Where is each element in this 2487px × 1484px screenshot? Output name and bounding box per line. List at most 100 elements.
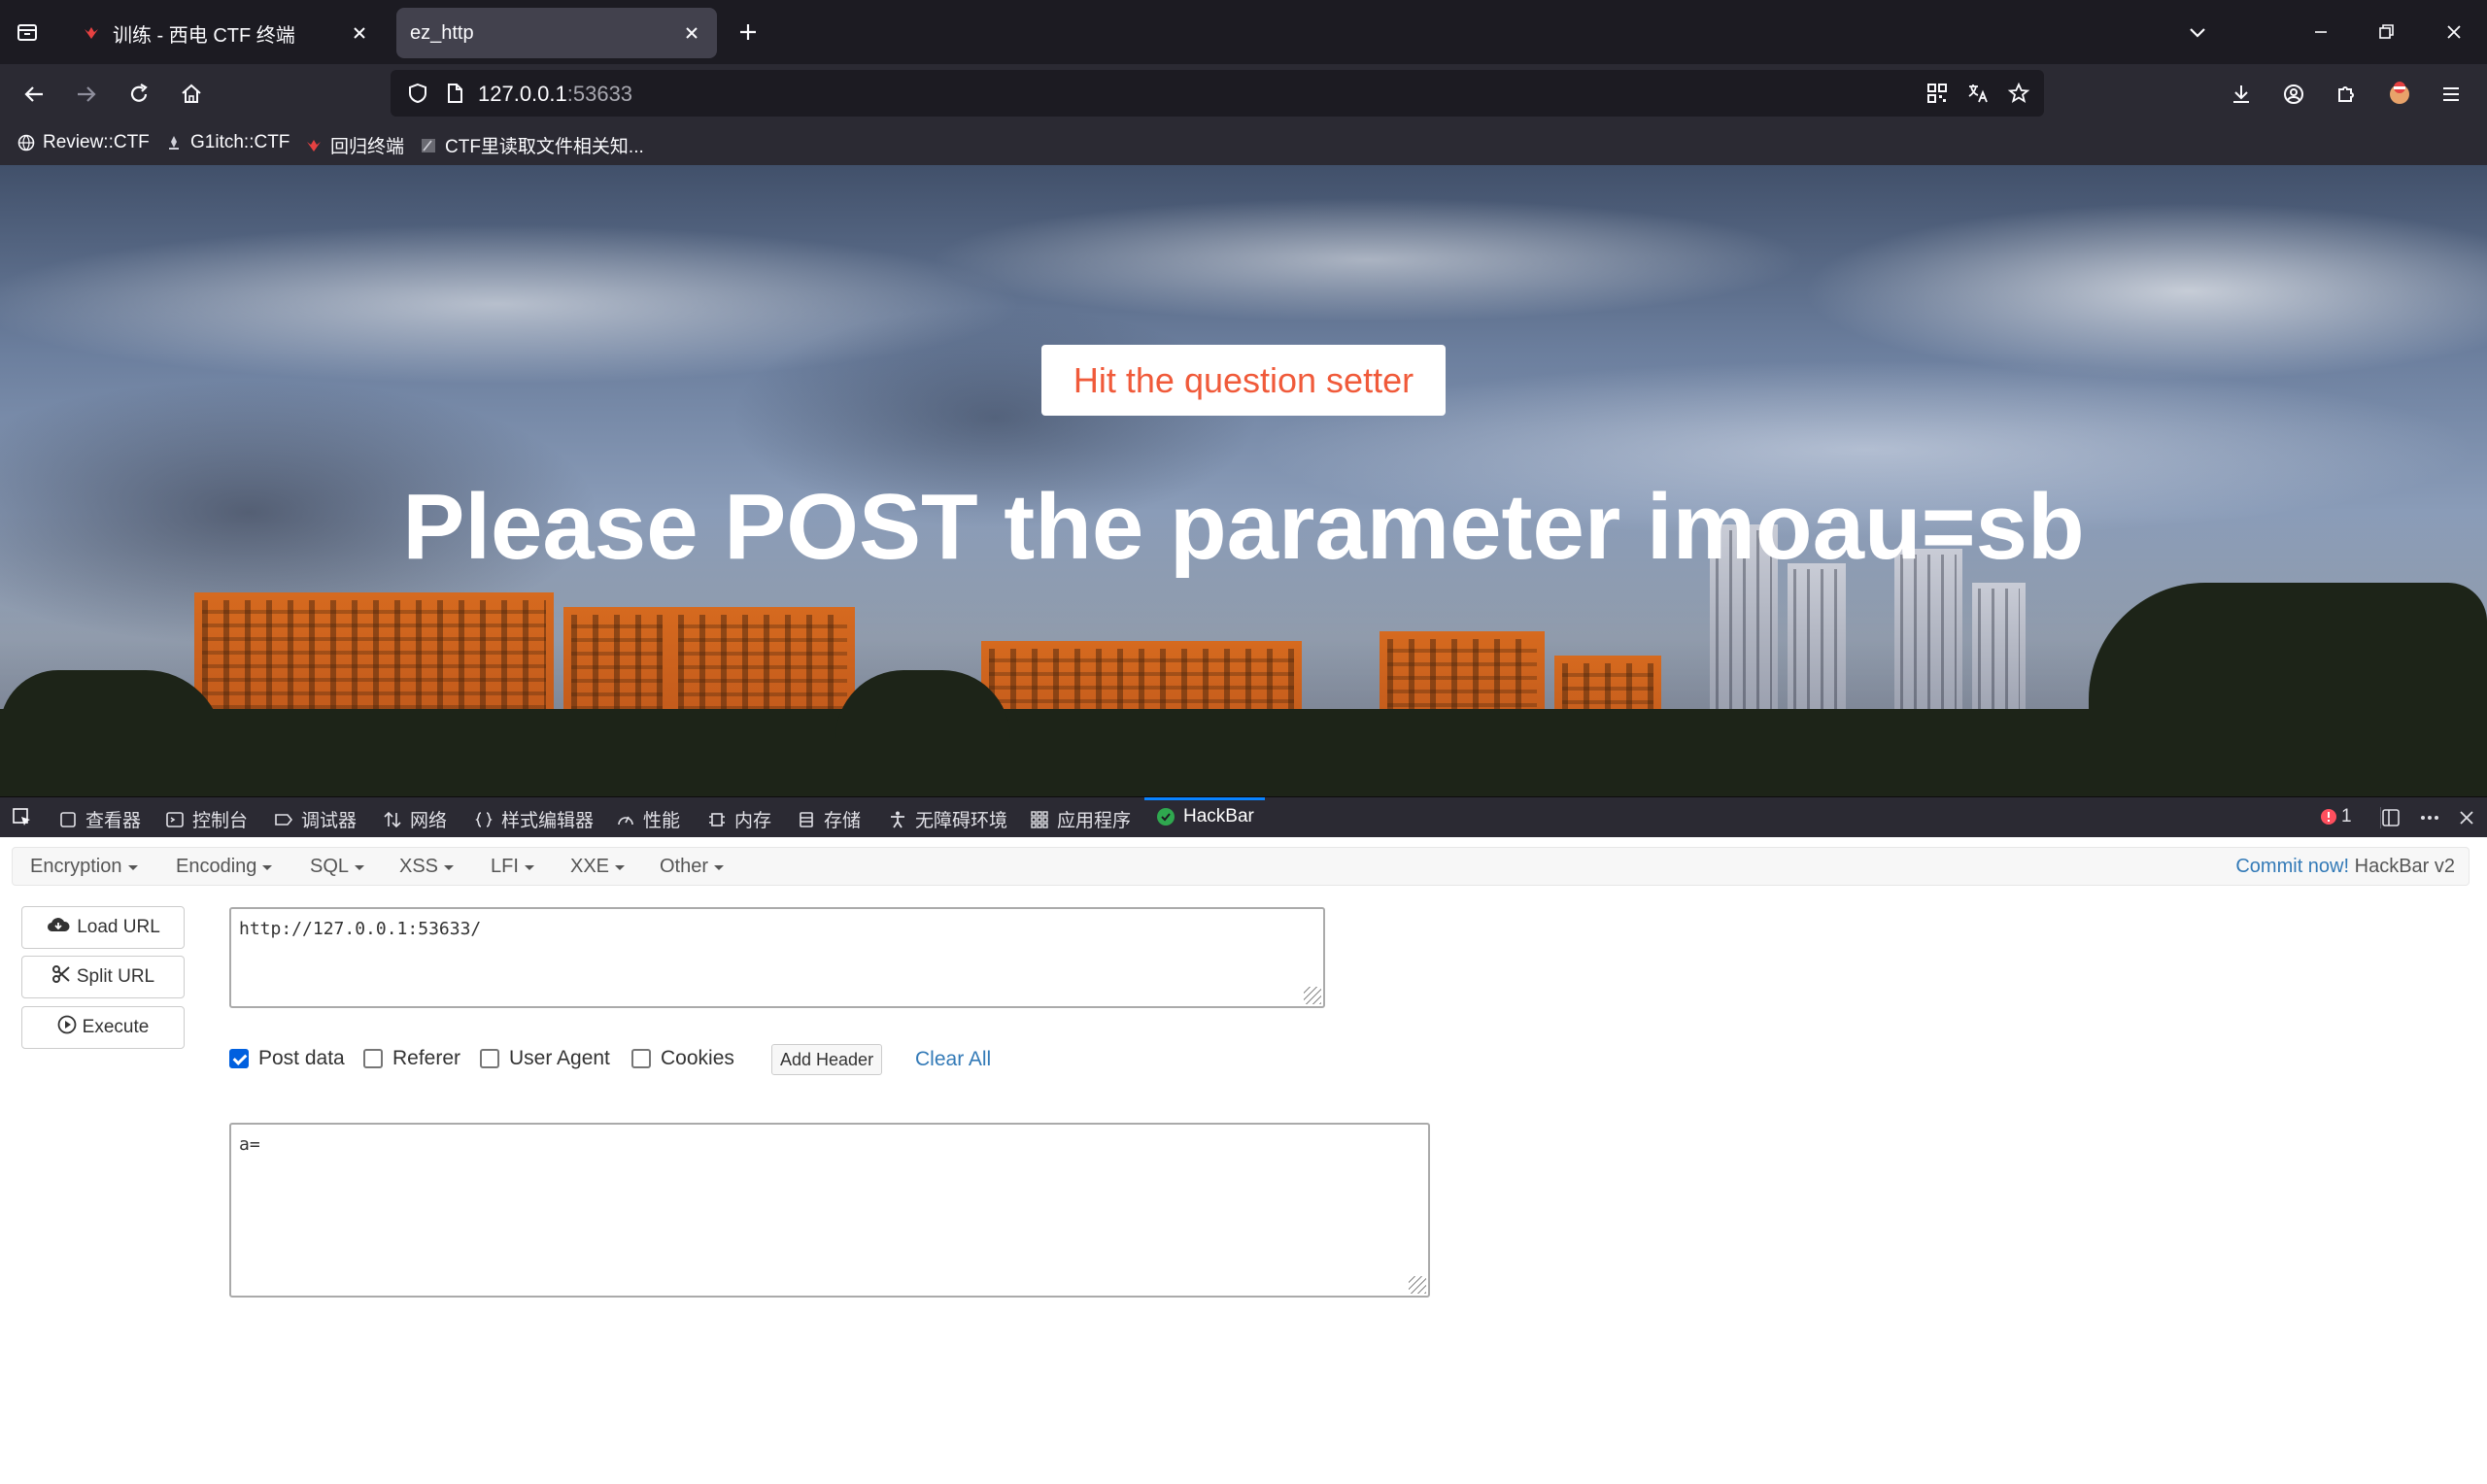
url-text[interactable]: 127.0.0.1:53633 xyxy=(478,82,632,107)
load-url-button[interactable]: Load URL xyxy=(21,906,185,949)
devtools-tab-storage[interactable]: 存储 xyxy=(797,806,861,832)
split-url-button[interactable]: Split URL xyxy=(21,956,185,998)
menu-label: Encryption xyxy=(30,856,122,877)
close-tab-icon[interactable] xyxy=(680,21,703,45)
devtools-tab-console[interactable]: 控制台 xyxy=(165,806,248,832)
element-picker-icon[interactable] xyxy=(12,807,33,828)
dock-side-icon[interactable] xyxy=(2380,807,2402,828)
translate-icon[interactable] xyxy=(1966,82,1990,105)
list-tabs-chevron-down-icon[interactable] xyxy=(2186,20,2209,44)
tab-overview-icon[interactable] xyxy=(16,20,39,44)
page-favicon-icon xyxy=(420,137,437,154)
braces-icon xyxy=(474,810,494,829)
menu-lfi[interactable]: LFI xyxy=(491,856,534,878)
account-icon[interactable] xyxy=(2281,82,2306,107)
post-data-option[interactable]: Post data xyxy=(229,1047,345,1070)
tab-strip: 训练 - 西电 CTF 终端 ez_http xyxy=(0,0,2487,64)
devtools-tab-memory[interactable]: 内存 xyxy=(707,806,771,832)
close-tab-icon[interactable] xyxy=(348,21,371,45)
menu-encryption[interactable]: Encryption xyxy=(30,856,138,878)
devtools-tab-hackbar[interactable]: HackBar xyxy=(1156,806,1254,827)
home-icon[interactable] xyxy=(179,82,204,107)
devtools-tab-label: 应用程序 xyxy=(1057,811,1132,831)
bookmarks-toolbar: Review::CTF G1itch::CTF 回归终端 CTF里读取文件相关知… xyxy=(0,124,2487,165)
commit-info: Commit now! HackBar v2 xyxy=(2235,856,2455,878)
devtools-tab-label: 存储 xyxy=(824,811,862,831)
scissors-icon xyxy=(51,964,71,990)
devtools-tab-label: 性能 xyxy=(643,811,681,831)
menu-hamburger-icon[interactable] xyxy=(2438,82,2464,107)
tab-training[interactable]: 训练 - 西电 CTF 终端 xyxy=(64,8,385,58)
console-icon xyxy=(165,810,185,829)
referer-option[interactable]: Referer xyxy=(363,1047,460,1070)
play-circle-icon xyxy=(57,1015,77,1040)
cloud-download-icon xyxy=(46,915,71,940)
post-data-checkbox[interactable] xyxy=(229,1049,249,1068)
add-header-button[interactable]: Add Header xyxy=(771,1044,883,1075)
minimize-icon[interactable] xyxy=(2309,20,2333,44)
devtools-tab-network[interactable]: 网络 xyxy=(383,806,447,832)
extensions-icon[interactable] xyxy=(2334,82,2359,107)
devtools-tab-accessibility[interactable]: 无障碍环境 xyxy=(888,806,1007,832)
menu-xss[interactable]: XSS xyxy=(399,856,455,878)
post-data-textarea[interactable]: a= xyxy=(229,1123,1430,1298)
devtools-tab-label: 查看器 xyxy=(85,811,142,831)
caret-down-icon xyxy=(127,865,138,870)
caret-down-icon xyxy=(714,865,725,870)
bookmark-review-ctf[interactable]: Review::CTF xyxy=(17,132,150,153)
devtools-tab-performance[interactable]: 性能 xyxy=(616,806,680,832)
bookmark-huigui[interactable]: 回归终端 xyxy=(305,132,404,158)
reload-icon[interactable] xyxy=(126,82,152,107)
url-textarea[interactable]: http://127.0.0.1:53633/ xyxy=(229,907,1325,1008)
bookmark-ctf-file-read[interactable]: CTF里读取文件相关知... xyxy=(420,132,644,158)
execute-button[interactable]: Execute xyxy=(21,1006,185,1049)
user-agent-option[interactable]: User Agent xyxy=(480,1047,610,1070)
new-tab-icon[interactable] xyxy=(736,20,760,44)
qr-code-icon[interactable] xyxy=(1925,82,1949,105)
address-bar[interactable]: 127.0.0.1:53633 xyxy=(391,70,2044,117)
menu-xxe[interactable]: XXE xyxy=(570,856,626,878)
bookmark-glitch-ctf[interactable]: G1itch::CTF xyxy=(165,132,290,153)
devtools-tab-debugger[interactable]: 调试器 xyxy=(274,806,357,832)
option-label: Post data xyxy=(258,1047,345,1069)
apps-grid-icon xyxy=(1030,810,1049,829)
devtools-tab-application[interactable]: 应用程序 xyxy=(1030,806,1131,832)
referer-checkbox[interactable] xyxy=(363,1049,383,1068)
error-count-badge[interactable]: 1 xyxy=(2320,806,2352,827)
favicon-icon xyxy=(305,137,323,154)
option-label: Referer xyxy=(392,1047,461,1069)
close-window-icon[interactable] xyxy=(2442,20,2466,44)
caret-down-icon xyxy=(615,865,626,870)
forward-arrow-icon[interactable] xyxy=(74,82,99,107)
button-label: Execute xyxy=(82,1017,150,1037)
commit-now-link[interactable]: Commit now! xyxy=(2235,856,2349,877)
devtools-tab-inspector[interactable]: 查看器 xyxy=(58,806,141,832)
tab-title: 训练 - 西电 CTF 终端 xyxy=(113,24,295,47)
resize-grip-icon[interactable] xyxy=(1304,987,1321,1004)
restore-icon[interactable] xyxy=(2374,20,2398,44)
close-devtools-icon[interactable] xyxy=(2456,807,2477,828)
bookmark-star-icon[interactable] xyxy=(2007,82,2030,105)
extension-avatar-icon[interactable] xyxy=(2386,80,2413,107)
cookies-checkbox[interactable] xyxy=(631,1049,651,1068)
shield-icon[interactable] xyxy=(406,82,429,105)
menu-label: SQL xyxy=(310,856,350,877)
inspector-icon xyxy=(58,810,78,829)
cookies-option[interactable]: Cookies xyxy=(631,1047,734,1070)
devtools-tab-style-editor[interactable]: 样式编辑器 xyxy=(474,806,594,832)
user-agent-checkbox[interactable] xyxy=(480,1049,499,1068)
hit-question-setter-button[interactable]: Hit the question setter xyxy=(1041,345,1446,416)
devtools-tab-label: 内存 xyxy=(734,811,772,831)
url-textarea-value: http://127.0.0.1:53633/ xyxy=(239,919,482,939)
back-arrow-icon[interactable] xyxy=(21,82,47,107)
tab-ez-http[interactable]: ez_http xyxy=(396,8,717,58)
downloads-icon[interactable] xyxy=(2229,82,2254,107)
clear-all-link[interactable]: Clear All xyxy=(915,1048,991,1071)
page-icon[interactable] xyxy=(443,82,466,105)
menu-sql[interactable]: SQL xyxy=(310,856,365,878)
menu-other[interactable]: Other xyxy=(660,856,725,878)
menu-encoding[interactable]: Encoding xyxy=(176,856,273,878)
resize-grip-icon[interactable] xyxy=(1409,1276,1426,1294)
more-options-icon[interactable] xyxy=(2419,807,2440,828)
option-label: User Agent xyxy=(509,1047,610,1069)
